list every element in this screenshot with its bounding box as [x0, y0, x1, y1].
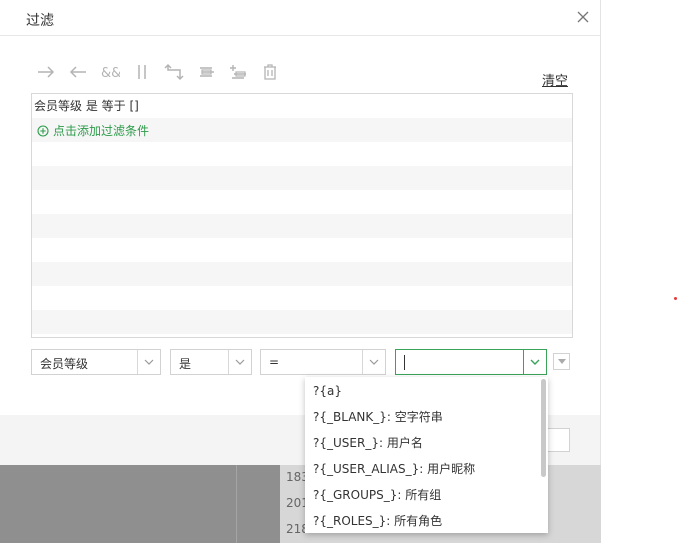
cursor-marker [674, 297, 677, 300]
background-divider [236, 465, 237, 543]
field-select[interactable]: 会员等级 [31, 349, 161, 375]
or-icon[interactable] [132, 62, 152, 82]
trash-icon[interactable] [260, 62, 280, 82]
arrow-right-icon[interactable] [36, 62, 56, 82]
chevron-down-icon[interactable] [362, 350, 385, 374]
clear-link[interactable]: 清空 [542, 70, 568, 89]
chevron-down-icon[interactable] [523, 350, 546, 374]
condition-item[interactable]: 会员等级 是 等于 [] [34, 97, 139, 114]
list-stripe [32, 262, 572, 286]
operator-select-compare[interactable]: = [260, 349, 386, 375]
dropdown-option[interactable]: ?{_ROLES_}: 所有角色 [313, 508, 442, 533]
outdent-icon[interactable] [228, 62, 248, 82]
operator-select-is-value: 是 [179, 357, 192, 371]
value-combobox[interactable] [395, 349, 547, 375]
add-condition-label: 点击添加过滤条件 [53, 124, 150, 138]
dropdown-option[interactable]: ?{_BLANK_}: 空字符串 [313, 404, 443, 430]
operator-select-is[interactable]: 是 [170, 349, 252, 375]
list-stripe [32, 310, 572, 334]
value-dropdown-list: ?{a} ?{_BLANK_}: 空字符串 ?{_USER_}: 用户名 ?{_… [305, 377, 548, 533]
list-stripe [32, 166, 572, 190]
arrow-left-icon[interactable] [68, 62, 88, 82]
plus-circle-icon [37, 124, 49, 137]
value-options-button[interactable] [553, 353, 570, 370]
svg-text:&&: && [101, 66, 120, 81]
dropdown-scrollbar[interactable] [541, 379, 546, 477]
indent-icon[interactable] [196, 62, 216, 82]
add-condition-link[interactable]: 点击添加过滤条件 [37, 122, 149, 139]
dropdown-option[interactable]: ?{_GROUPS_}: 所有组 [313, 482, 441, 508]
condition-list: 会员等级 是 等于 [] 点击添加过滤条件 [31, 93, 573, 338]
and-icon[interactable]: && [100, 62, 120, 82]
field-select-value: 会员等级 [40, 357, 89, 371]
dialog-title: 过滤 [26, 13, 54, 29]
text-caret [404, 355, 405, 370]
chevron-down-icon[interactable] [228, 350, 251, 374]
dropdown-option[interactable]: ?{_USER_ALIAS_}: 用户昵称 [313, 456, 475, 482]
caret-down-icon [557, 359, 566, 364]
chevron-down-icon[interactable] [137, 350, 160, 374]
swap-icon[interactable] [164, 62, 184, 82]
dropdown-option[interactable]: ?{_USER_}: 用户名 [313, 430, 423, 456]
close-icon[interactable] [575, 9, 591, 25]
dropdown-option[interactable]: ?{a} [313, 378, 342, 404]
dialog-header: 过滤 [0, 0, 600, 36]
list-stripe [32, 214, 572, 238]
operator-select-compare-value: = [269, 355, 280, 369]
